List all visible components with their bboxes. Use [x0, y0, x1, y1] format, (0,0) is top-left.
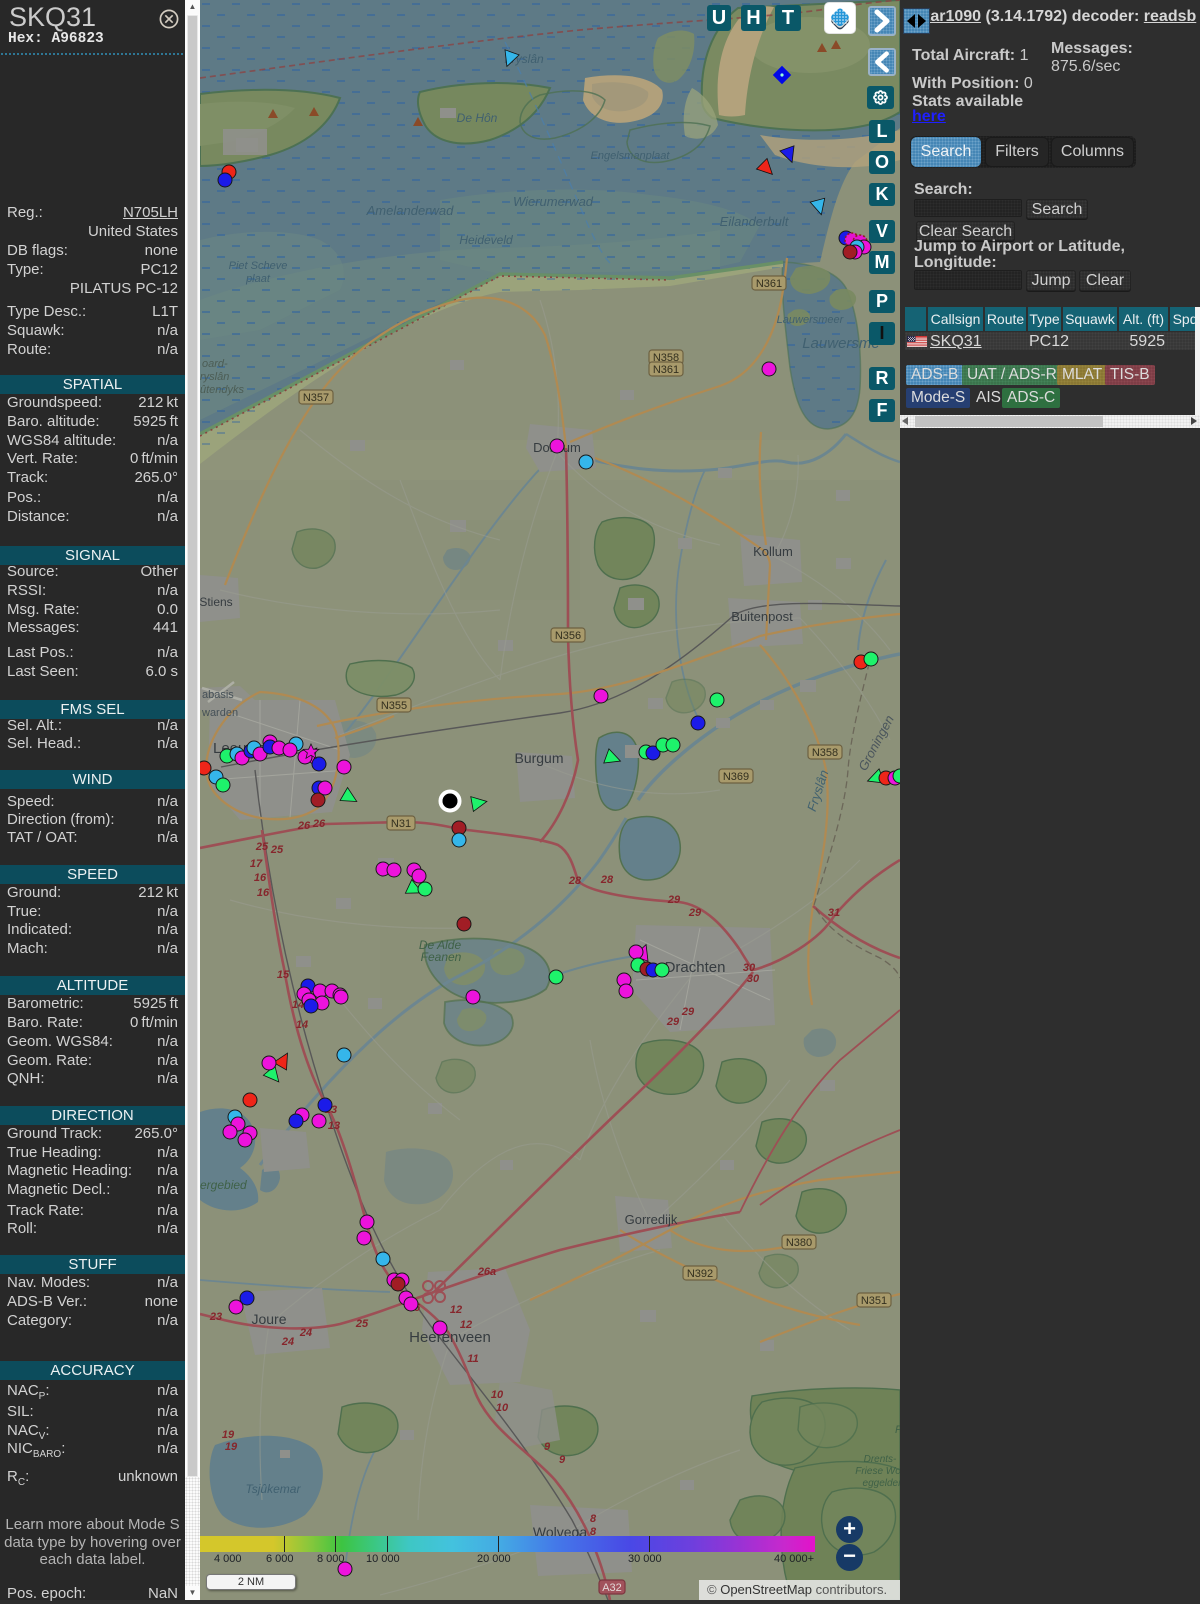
svg-text:Gorredijk: Gorredijk [625, 1212, 678, 1227]
svg-text:29: 29 [667, 894, 681, 906]
svg-text:9: 9 [559, 1454, 566, 1466]
svg-text:A32: A32 [602, 1582, 622, 1594]
svg-text:30: 30 [747, 973, 760, 985]
svg-text:Heerenveen: Heerenveen [409, 1329, 491, 1346]
svg-text:25: 25 [270, 844, 284, 856]
svg-text:23: 23 [209, 1311, 222, 1323]
svg-text:eggelder: eggelder [863, 1478, 900, 1489]
svg-text:Kollum: Kollum [753, 544, 793, 559]
svg-text:warden: warden [201, 707, 238, 719]
svg-text:29: 29 [688, 907, 702, 919]
svg-text:26: 26 [297, 820, 311, 832]
svg-text:25: 25 [355, 1318, 369, 1330]
svg-text:Tsjûkemar: Tsjûkemar [246, 1482, 302, 1496]
svg-text:ergebied: ergebied [200, 1178, 247, 1192]
svg-text:Engelsmanplaat: Engelsmanplaat [591, 150, 671, 162]
svg-text:15: 15 [277, 969, 290, 981]
svg-text:Piet Scheve: Piet Scheve [229, 260, 288, 272]
svg-text:19: 19 [222, 1429, 235, 1441]
svg-text:10: 10 [491, 1389, 504, 1401]
svg-text:31: 31 [828, 907, 840, 919]
svg-text:plaat: plaat [245, 273, 271, 285]
svg-text:ryslân: ryslân [200, 371, 229, 383]
svg-text:26: 26 [312, 818, 326, 830]
svg-text:Buitenpost: Buitenpost [731, 609, 793, 624]
svg-text:N361: N361 [756, 278, 782, 290]
svg-text:N351: N351 [861, 1295, 887, 1307]
svg-text:29: 29 [681, 1006, 695, 1018]
svg-text:28: 28 [600, 874, 614, 886]
svg-text:N357: N357 [303, 392, 329, 404]
svg-text:Drachten: Drachten [665, 959, 726, 976]
svg-text:Wierumerwad: Wierumerwad [513, 194, 594, 209]
svg-text:19: 19 [225, 1441, 238, 1453]
svg-text:9: 9 [544, 1441, 551, 1453]
svg-text:Heideveld: Heideveld [459, 233, 513, 247]
svg-text:N356: N356 [555, 630, 581, 642]
svg-text:N392: N392 [687, 1268, 713, 1280]
svg-text:14: 14 [296, 1019, 308, 1031]
svg-text:Joure: Joure [251, 1311, 286, 1327]
svg-text:12: 12 [450, 1304, 462, 1316]
svg-text:8: 8 [590, 1513, 597, 1525]
svg-text:13: 13 [328, 1120, 340, 1132]
svg-text:24: 24 [281, 1336, 294, 1348]
svg-text:11: 11 [467, 1353, 478, 1365]
svg-text:Eilanderbult: Eilanderbult [720, 214, 790, 229]
svg-text:28: 28 [568, 875, 582, 887]
svg-text:10: 10 [496, 1402, 509, 1414]
svg-text:N355: N355 [381, 700, 407, 712]
svg-text:Friese Wo: Friese Wo [855, 1466, 900, 1477]
svg-text:Feanen: Feanen [421, 950, 462, 964]
svg-text:24: 24 [299, 1327, 312, 1339]
svg-text:ûtendyks: ûtendyks [200, 384, 245, 396]
svg-text:17: 17 [250, 858, 263, 870]
svg-text:29: 29 [666, 1016, 680, 1028]
svg-text:Drents-: Drents- [864, 1454, 897, 1465]
svg-text:N358: N358 [812, 747, 838, 759]
svg-text:Lauwersmeer: Lauwersmeer [777, 314, 845, 326]
svg-text:16: 16 [254, 872, 267, 884]
svg-text:Stiens: Stiens [200, 595, 233, 609]
svg-text:N361: N361 [653, 364, 679, 376]
svg-text:oard-: oard- [202, 358, 228, 370]
svg-text:N380: N380 [786, 1237, 812, 1249]
svg-text:N31: N31 [391, 818, 411, 830]
svg-text:N369: N369 [723, 771, 749, 783]
svg-text:26a: 26a [477, 1266, 496, 1278]
svg-text:16: 16 [257, 887, 270, 899]
svg-text:Burgum: Burgum [514, 750, 563, 766]
svg-text:abasis: abasis [202, 689, 234, 701]
svg-text:De Hôn: De Hôn [457, 111, 498, 125]
svg-text:Amelanderwad: Amelanderwad [366, 203, 454, 218]
svg-text:12: 12 [460, 1319, 472, 1331]
svg-text:25: 25 [255, 841, 269, 853]
